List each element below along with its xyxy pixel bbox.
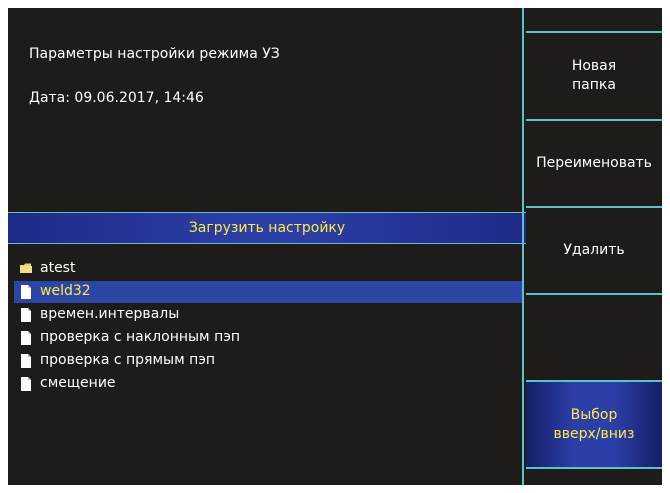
- list-item-label: проверка с наклонным пэп: [40, 329, 241, 345]
- list-item-weld32[interactable]: weld32: [14, 281, 522, 303]
- file-icon: [21, 308, 31, 322]
- list-item-atest[interactable]: atest: [14, 258, 522, 280]
- list-item-label: времен.интервалы: [40, 306, 180, 322]
- empty-softkey[interactable]: [526, 293, 662, 380]
- list-item-label: смещение: [40, 375, 116, 391]
- device-screen: Параметры настройки режима УЗ Дата: 09.0…: [8, 8, 662, 485]
- list-item-time-intervals[interactable]: времен.интервалы: [14, 304, 522, 326]
- panel-divider: [522, 8, 524, 485]
- folder-icon: [20, 263, 32, 273]
- file-icon: [21, 377, 31, 391]
- rename-button[interactable]: Переименовать: [526, 119, 662, 206]
- file-icon: [21, 354, 31, 368]
- delete-label: Удалить: [563, 242, 625, 258]
- file-icon: [21, 331, 31, 345]
- list-item-label: atest: [40, 260, 76, 276]
- list-item-label: проверка с прямым пэп: [40, 352, 216, 368]
- new-folder-label: Новая папка: [571, 58, 617, 93]
- select-updown-label: Выбор вверх/вниз: [553, 406, 635, 442]
- load-settings-header: Загрузить настройку: [8, 212, 526, 244]
- bottom-softkey-strip: [526, 467, 662, 485]
- load-settings-label: Загрузить настройку: [188, 220, 346, 236]
- settings-date: Дата: 09.06.2017, 14:46: [29, 90, 204, 106]
- select-updown-button[interactable]: Выбор вверх/вниз: [526, 380, 662, 467]
- list-item-straight-probe-check[interactable]: проверка с прямым пэп: [14, 350, 522, 372]
- rename-label: Переименовать: [536, 155, 652, 171]
- delete-button[interactable]: Удалить: [526, 206, 662, 293]
- file-icon: [21, 285, 31, 299]
- new-folder-button[interactable]: Новая папка: [526, 31, 662, 119]
- settings-title: Параметры настройки режима УЗ: [29, 46, 280, 62]
- list-item-label: weld32: [40, 283, 91, 299]
- list-item-offset[interactable]: смещение: [14, 373, 522, 395]
- list-item-angle-probe-check[interactable]: проверка с наклонным пэп: [14, 327, 522, 349]
